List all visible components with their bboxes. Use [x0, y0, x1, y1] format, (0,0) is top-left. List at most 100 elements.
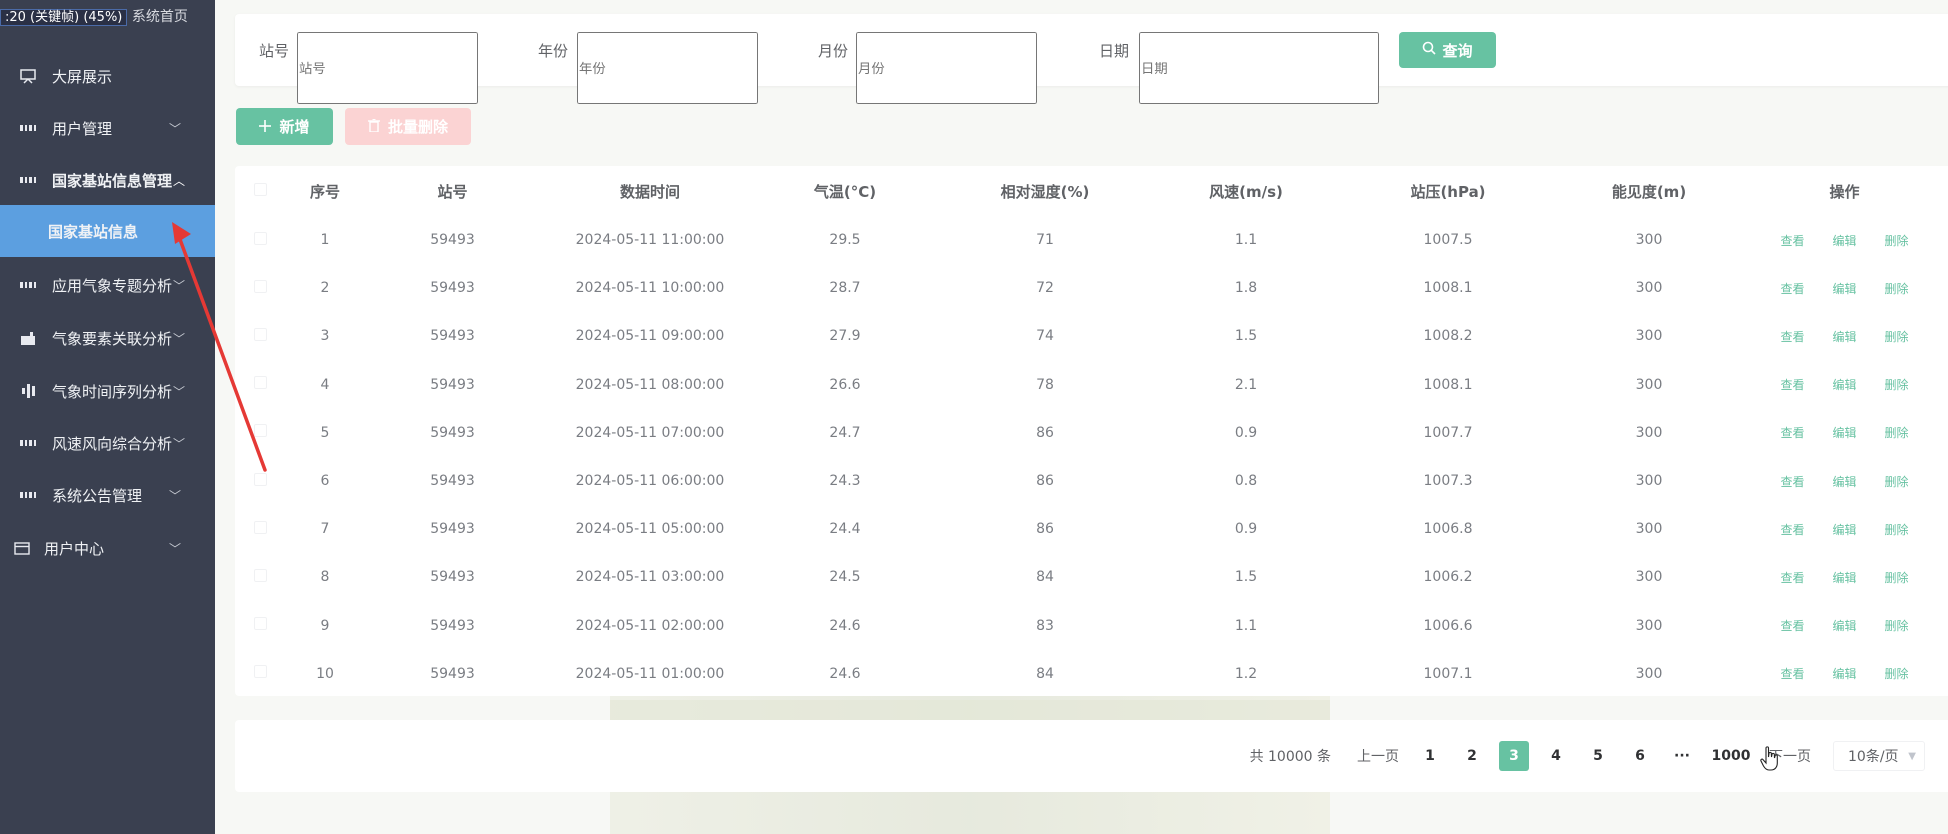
view-button[interactable]: 查看 — [1780, 376, 1804, 393]
delete-button[interactable]: 删除 — [1885, 376, 1909, 393]
view-button[interactable]: 查看 — [1780, 473, 1804, 490]
month-input[interactable] — [856, 32, 1037, 104]
row-checkbox-cell[interactable] — [235, 264, 285, 312]
sidebar-item-user-center[interactable]: 用户中心 ﹀ — [0, 522, 215, 574]
view-button[interactable]: 查看 — [1780, 617, 1804, 634]
delete-button[interactable]: 删除 — [1885, 232, 1909, 249]
edit-button[interactable]: 编辑 — [1832, 424, 1856, 441]
sidebar-item-element-correlation[interactable]: 气象要素关联分析 ﹀ — [0, 312, 215, 364]
view-button[interactable]: 查看 — [1780, 328, 1804, 345]
row-checkbox[interactable] — [253, 568, 267, 582]
row-checkbox[interactable] — [253, 665, 267, 679]
year-input[interactable] — [577, 32, 758, 104]
cell-visibility: 300 — [1635, 665, 1663, 682]
edit-button[interactable]: 编辑 — [1832, 376, 1856, 393]
delete-button[interactable]: 删除 — [1885, 521, 1909, 538]
view-button[interactable]: 查看 — [1780, 232, 1804, 249]
station-input[interactable] — [297, 32, 478, 104]
row-checkbox-cell[interactable] — [235, 312, 285, 360]
row-checkbox-cell[interactable] — [235, 361, 285, 409]
prev-page-button[interactable]: 上一页 — [1357, 746, 1399, 766]
sidebar-item-label: 用户管理 — [52, 119, 113, 138]
cell-wind-speed: 1.1 — [1234, 232, 1258, 249]
sidebar-item-weather-topic-analysis[interactable]: 应用气象专题分析 ﹀ — [0, 259, 215, 311]
view-button[interactable]: 查看 — [1780, 424, 1804, 441]
batch-delete-button[interactable]: 批量删除 — [345, 108, 471, 145]
cell-datetime: 2024-05-11 08:00:00 — [575, 376, 725, 393]
hand-cursor-icon — [1760, 746, 1778, 771]
delete-button[interactable]: 删除 — [1885, 473, 1909, 490]
page-size-select[interactable]: 10条/页 ▼ — [1833, 741, 1925, 771]
header-checkbox-cell[interactable] — [235, 166, 285, 216]
cell-temperature: 28.7 — [829, 280, 861, 297]
row-checkbox-cell[interactable] — [235, 457, 285, 505]
cell-datetime: 2024-05-11 11:00:00 — [575, 232, 725, 249]
delete-button[interactable]: 删除 — [1885, 617, 1909, 634]
row-checkbox-cell[interactable] — [235, 505, 285, 553]
chevron-down-icon: ﹀ — [172, 278, 185, 293]
table-row: 8 59493 2024-05-11 03:00:00 24.5 84 1.5 1006.2… — [235, 553, 1948, 601]
row-checkbox[interactable] — [253, 617, 267, 631]
sidebar-item-station-management[interactable]: 国家基站信息管理 ︿ — [0, 154, 215, 206]
sidebar-item-station-info[interactable]: 国家基站信息 — [0, 205, 215, 257]
date-input[interactable] — [1139, 32, 1379, 104]
edit-button[interactable]: 编辑 — [1832, 665, 1856, 682]
row-checkbox[interactable] — [253, 231, 267, 245]
view-button[interactable]: 查看 — [1780, 665, 1804, 682]
cell-datetime: 2024-05-11 10:00:00 — [575, 280, 725, 297]
edit-button[interactable]: 编辑 — [1832, 232, 1856, 249]
view-button[interactable]: 查看 — [1780, 280, 1804, 297]
sidebar-item-users[interactable]: 用户管理 ﹀ — [0, 102, 215, 154]
edit-button[interactable]: 编辑 — [1832, 521, 1856, 538]
edit-button[interactable]: 编辑 — [1832, 617, 1856, 634]
row-checkbox[interactable] — [253, 472, 267, 486]
page-ellipsis[interactable]: ··· — [1667, 741, 1697, 771]
cell-pressure: 1008.1 — [1423, 376, 1473, 393]
sidebar-item-wind-analysis[interactable]: 风速风向综合分析 ﹀ — [0, 417, 215, 469]
edit-button[interactable]: 编辑 — [1832, 569, 1856, 586]
view-button[interactable]: 查看 — [1780, 569, 1804, 586]
page-4-button[interactable]: 4 — [1541, 741, 1571, 771]
row-checkbox[interactable] — [253, 327, 267, 341]
sidebar-top-item[interactable]: :20 (关键帧) (45%) 系统首页 — [0, 6, 188, 26]
page-3-button[interactable]: 3 — [1499, 741, 1529, 771]
edit-button[interactable]: 编辑 — [1832, 280, 1856, 297]
edit-button[interactable]: 编辑 — [1832, 328, 1856, 345]
cell-datetime: 2024-05-11 01:00:00 — [575, 665, 725, 682]
add-button[interactable]: 新增 — [236, 108, 333, 145]
row-checkbox[interactable] — [253, 279, 267, 293]
header-pressure: 站压(hPa) — [1410, 182, 1486, 201]
page-1-button[interactable]: 1 — [1415, 741, 1445, 771]
sidebar-item-announcements[interactable]: 系统公告管理 ﹀ — [0, 469, 215, 521]
sidebar-item-label: 国家基站信息 — [48, 222, 139, 241]
row-checkbox-cell[interactable] — [235, 216, 285, 264]
cell-index: 7 — [320, 521, 330, 538]
delete-button[interactable]: 删除 — [1885, 665, 1909, 682]
delete-button[interactable]: 删除 — [1885, 328, 1909, 345]
row-checkbox[interactable] — [253, 376, 267, 390]
row-checkbox-cell[interactable] — [235, 650, 285, 698]
page-1000-button[interactable]: 1000 — [1709, 741, 1753, 771]
row-checkbox-cell[interactable] — [235, 409, 285, 457]
row-checkbox-cell[interactable] — [235, 602, 285, 650]
cell-visibility: 300 — [1635, 473, 1663, 490]
row-checkbox-cell[interactable] — [235, 553, 285, 601]
cell-station: 59493 — [430, 473, 475, 490]
row-checkbox[interactable] — [253, 424, 267, 438]
page-5-button[interactable]: 5 — [1583, 741, 1613, 771]
view-button[interactable]: 查看 — [1780, 521, 1804, 538]
delete-button[interactable]: 删除 — [1885, 569, 1909, 586]
row-checkbox[interactable] — [253, 520, 267, 534]
station-field: 站号 — [259, 14, 289, 86]
sidebar-item-dashboard[interactable]: 大屏展示 — [0, 50, 215, 102]
edit-button[interactable]: 编辑 — [1832, 473, 1856, 490]
page-6-button[interactable]: 6 — [1625, 741, 1655, 771]
query-button[interactable]: 查询 — [1399, 32, 1496, 68]
select-all-checkbox[interactable] — [253, 183, 267, 196]
delete-button[interactable]: 删除 — [1885, 280, 1909, 297]
sidebar-item-time-series[interactable]: 气象时间序列分析 ﹀ — [0, 365, 215, 417]
page-2-button[interactable]: 2 — [1457, 741, 1487, 771]
delete-button[interactable]: 删除 — [1885, 424, 1909, 441]
cell-temperature: 24.3 — [829, 473, 861, 490]
grid-icon — [20, 277, 36, 293]
